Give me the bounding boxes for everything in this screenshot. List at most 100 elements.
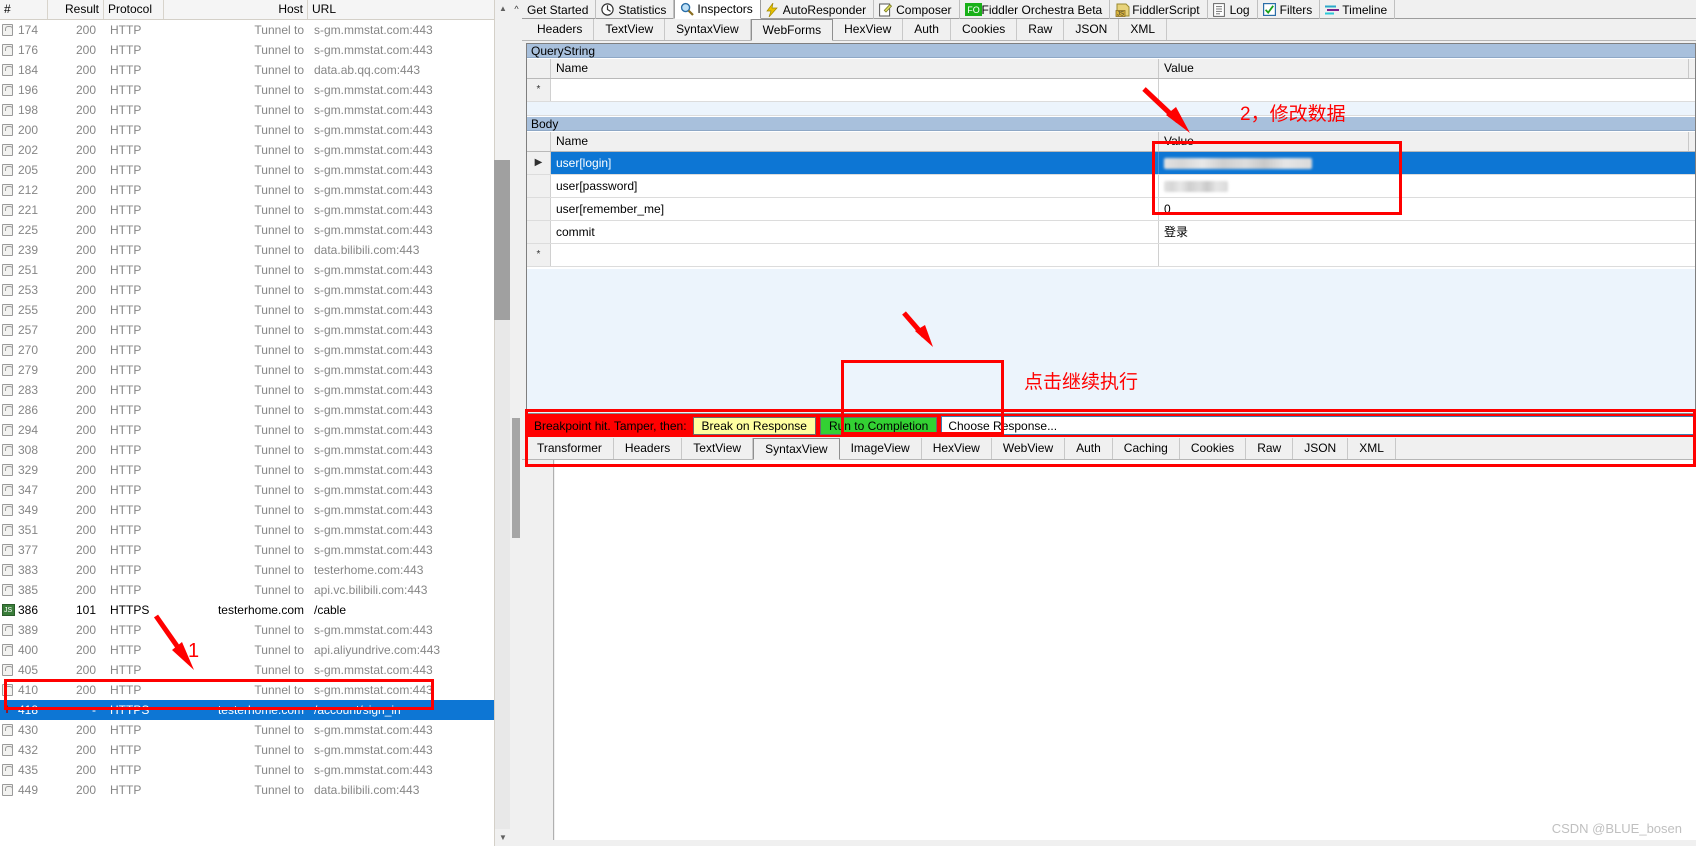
row-marker[interactable]	[527, 175, 551, 197]
column-header-number[interactable]: #	[0, 0, 48, 19]
session-row[interactable]: 255 200 HTTP Tunnel to s-gm.mmstat.com:443	[0, 300, 494, 320]
session-row[interactable]: 286 200 HTTP Tunnel to s-gm.mmstat.com:443	[0, 400, 494, 420]
session-row[interactable]: 225 200 HTTP Tunnel to s-gm.mmstat.com:443	[0, 220, 494, 240]
session-row[interactable]: 410 200 HTTP Tunnel to s-gm.mmstat.com:443	[0, 680, 494, 700]
response-content[interactable]	[555, 460, 1696, 840]
body-name-cell[interactable]: user[login]	[551, 152, 1159, 174]
response-tab-xml[interactable]: XML	[1348, 438, 1396, 459]
session-list-panel[interactable]: # Result Protocol Host URL 174 200 HTTP Tun…	[0, 0, 494, 846]
session-row[interactable]: 377 200 HTTP Tunnel to s-gm.mmstat.com:443	[0, 540, 494, 560]
response-tab-raw[interactable]: Raw	[1246, 438, 1294, 459]
main-tab-composer[interactable]: Composer	[874, 0, 960, 19]
run-to-completion-button[interactable]: Run to Completion	[819, 416, 938, 435]
querystring-value-cell[interactable]	[1159, 79, 1689, 101]
session-row[interactable]: 432 200 HTTP Tunnel to s-gm.mmstat.com:443	[0, 740, 494, 760]
session-row[interactable]: 351 200 HTTP Tunnel to s-gm.mmstat.com:443	[0, 520, 494, 540]
session-row[interactable]: 430 200 HTTP Tunnel to s-gm.mmstat.com:443	[0, 720, 494, 740]
body-row[interactable]: user[password]	[527, 175, 1695, 198]
column-header-url[interactable]: URL	[308, 0, 494, 19]
querystring-row[interactable]: *	[527, 79, 1695, 102]
response-tab-hexview[interactable]: HexView	[922, 438, 992, 459]
request-tab-auth[interactable]: Auth	[903, 19, 951, 40]
session-row[interactable]: 239 200 HTTP Tunnel to data.bilibili.com:443	[0, 240, 494, 260]
main-tab-filters[interactable]: Filters	[1258, 0, 1321, 19]
request-inspector-tab-strip[interactable]: Headers TextView SyntaxView WebForms HexView…	[522, 19, 1696, 41]
body-row-selected[interactable]: ▶ user[login]	[527, 152, 1695, 175]
querystring-value-header[interactable]: Value	[1159, 59, 1689, 78]
row-marker[interactable]: ▶	[527, 152, 551, 174]
session-row[interactable]: 221 200 HTTP Tunnel to s-gm.mmstat.com:443	[0, 200, 494, 220]
column-header-host[interactable]: Host	[164, 0, 308, 19]
row-marker[interactable]	[527, 198, 551, 220]
session-row[interactable]: 184 200 HTTP Tunnel to data.ab.qq.com:443	[0, 60, 494, 80]
session-row[interactable]: 349 200 HTTP Tunnel to s-gm.mmstat.com:443	[0, 500, 494, 520]
body-value-header[interactable]: Value	[1159, 132, 1689, 151]
session-row[interactable]: 176 200 HTTP Tunnel to s-gm.mmstat.com:443	[0, 40, 494, 60]
row-marker[interactable]: *	[527, 79, 551, 101]
request-tab-raw[interactable]: Raw	[1017, 19, 1065, 40]
body-name-cell[interactable]	[551, 244, 1159, 266]
response-tab-syntaxview[interactable]: SyntaxView	[753, 438, 840, 460]
body-row[interactable]: commit 登录	[527, 221, 1695, 244]
body-name-cell[interactable]: commit	[551, 221, 1159, 243]
session-rows[interactable]: 174 200 HTTP Tunnel to s-gm.mmstat.com:443 17…	[0, 20, 494, 846]
request-tab-webforms[interactable]: WebForms	[750, 19, 834, 41]
body-value-cell[interactable]: 0	[1159, 198, 1689, 220]
body-name-cell[interactable]: user[remember_me]	[551, 198, 1159, 220]
response-tab-cookies[interactable]: Cookies	[1180, 438, 1247, 459]
session-row[interactable]: 435 200 HTTP Tunnel to s-gm.mmstat.com:443	[0, 760, 494, 780]
main-tab-fiddlerscript[interactable]: JS FiddlerScript	[1110, 0, 1208, 19]
session-row[interactable]: 449 200 HTTP Tunnel to data.bilibili.com:443	[0, 780, 494, 800]
session-row[interactable]: 383 200 HTTP Tunnel to testerhome.com:443	[0, 560, 494, 580]
main-tab-log[interactable]: Log	[1208, 0, 1258, 19]
main-tab-timeline[interactable]: Timeline	[1320, 0, 1396, 19]
session-row[interactable]: 405 200 HTTP Tunnel to s-gm.mmstat.com:443	[0, 660, 494, 680]
session-row[interactable]: 294 200 HTTP Tunnel to s-gm.mmstat.com:443	[0, 420, 494, 440]
body-value-cell[interactable]	[1159, 175, 1689, 197]
main-tab-get-started[interactable]: Get Started	[522, 0, 597, 19]
main-tab-strip[interactable]: Get Started Statistics Inspectors AutoRespo…	[522, 0, 1696, 19]
collapse-chevron-up-icon[interactable]: ^	[512, 2, 521, 16]
body-value-cell[interactable]	[1159, 244, 1689, 266]
body-row[interactable]: user[remember_me] 0	[527, 198, 1695, 221]
session-row[interactable]: 347 200 HTTP Tunnel to s-gm.mmstat.com:443	[0, 480, 494, 500]
session-row[interactable]: 257 200 HTTP Tunnel to s-gm.mmstat.com:443	[0, 320, 494, 340]
request-tab-json[interactable]: JSON	[1064, 19, 1120, 40]
session-row[interactable]: 270 200 HTTP Tunnel to s-gm.mmstat.com:443	[0, 340, 494, 360]
body-row[interactable]: *	[527, 244, 1695, 267]
request-tab-cookies[interactable]: Cookies	[951, 19, 1018, 40]
session-row[interactable]: 279 200 HTTP Tunnel to s-gm.mmstat.com:443	[0, 360, 494, 380]
session-row[interactable]: 385 200 HTTP Tunnel to api.vc.bilibili.com:4…	[0, 580, 494, 600]
pane-splitter[interactable]: ^	[510, 0, 522, 846]
main-tab-fiddler-orchestra-beta[interactable]: FO Fiddler Orchestra Beta	[960, 0, 1111, 19]
session-row[interactable]: 212 200 HTTP Tunnel to s-gm.mmstat.com:443	[0, 180, 494, 200]
response-tab-transformer[interactable]: Transformer	[526, 438, 614, 459]
main-tab-inspectors[interactable]: Inspectors	[674, 0, 761, 19]
response-tab-textview[interactable]: TextView	[682, 438, 754, 459]
session-row[interactable]: 308 200 HTTP Tunnel to s-gm.mmstat.com:443	[0, 440, 494, 460]
session-row[interactable]: 198 200 HTTP Tunnel to s-gm.mmstat.com:443	[0, 100, 494, 120]
splitter-grip[interactable]	[512, 418, 520, 538]
session-row[interactable]: 200 200 HTTP Tunnel to s-gm.mmstat.com:443	[0, 120, 494, 140]
choose-response-dropdown[interactable]: Choose Response...	[941, 416, 1696, 435]
scroll-up-arrow-icon[interactable]: ▲	[495, 0, 511, 17]
session-row[interactable]: 174 200 HTTP Tunnel to s-gm.mmstat.com:443	[0, 20, 494, 40]
session-row-selected[interactable]: I 418 - HTTPS testerhome.com/account/sign_in	[0, 700, 494, 720]
main-tab-statistics[interactable]: Statistics	[596, 0, 675, 19]
request-tab-syntaxview[interactable]: SyntaxView	[665, 19, 751, 40]
body-value-cell[interactable]: 登录	[1159, 221, 1689, 243]
session-row[interactable]: 202 200 HTTP Tunnel to s-gm.mmstat.com:443	[0, 140, 494, 160]
querystring-name-header[interactable]: Name	[551, 59, 1159, 78]
main-tab-autoresponder[interactable]: AutoResponder	[761, 0, 875, 19]
response-tab-auth[interactable]: Auth	[1065, 438, 1113, 459]
response-tab-json[interactable]: JSON	[1293, 438, 1349, 459]
response-tab-caching[interactable]: Caching	[1113, 438, 1180, 459]
session-row[interactable]: 389 200 HTTP Tunnel to s-gm.mmstat.com:443	[0, 620, 494, 640]
response-inspector-tab-strip[interactable]: Transformer Headers TextView SyntaxView Imag…	[522, 438, 1696, 460]
body-name-header[interactable]: Name	[551, 132, 1159, 151]
row-marker[interactable]: *	[527, 244, 551, 266]
session-row[interactable]: 386 101 HTTPS testerhome.com/cable	[0, 600, 494, 620]
response-tab-webview[interactable]: WebView	[992, 438, 1066, 459]
request-tab-xml[interactable]: XML	[1119, 19, 1168, 40]
body-value-cell[interactable]	[1159, 152, 1689, 174]
